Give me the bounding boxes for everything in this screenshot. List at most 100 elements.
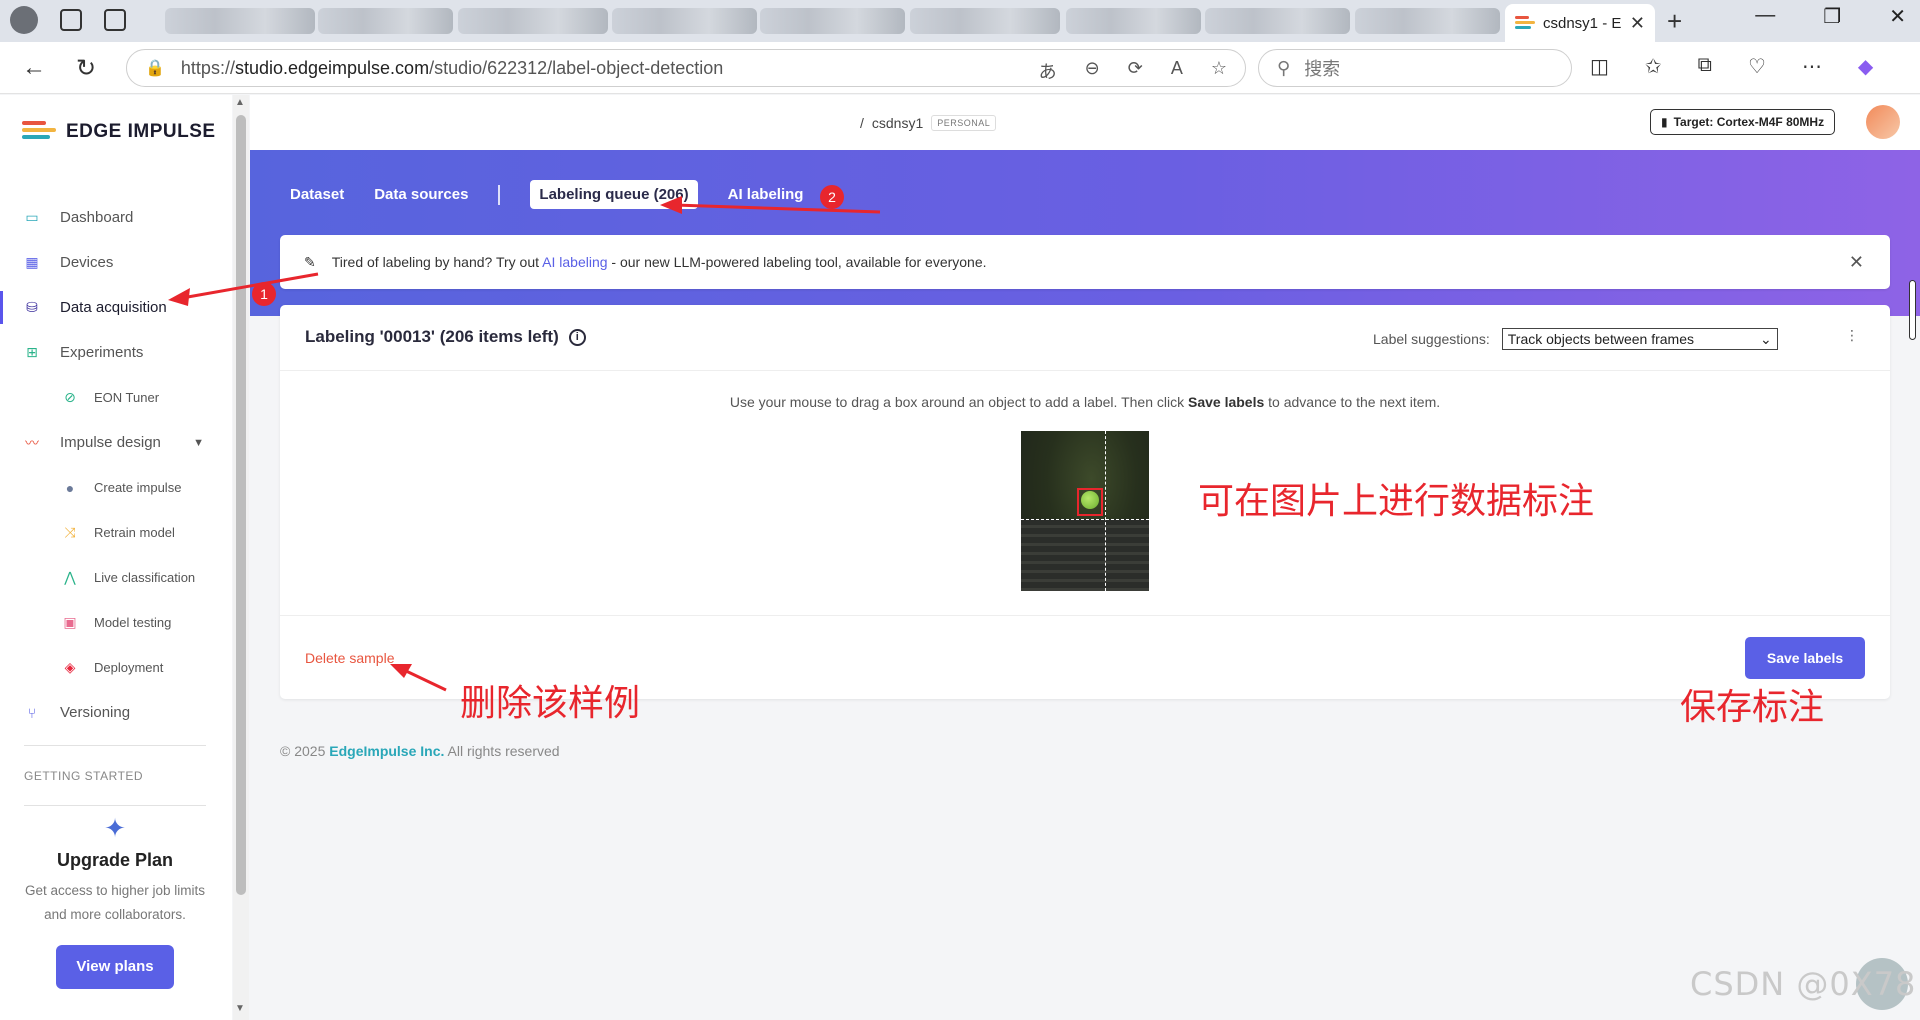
search-placeholder: 搜索: [1304, 59, 1341, 79]
scroll-up-icon[interactable]: ▲: [235, 97, 245, 108]
active-browser-tab[interactable]: csdnsy1 - E ✕: [1505, 4, 1655, 42]
compass-icon: ⊘: [64, 389, 76, 405]
sidebar-item-impulse-design[interactable]: 〰 Impulse design ▼: [0, 420, 232, 465]
more-icon[interactable]: ⋯: [1802, 54, 1822, 79]
browser-tab[interactable]: [910, 8, 1060, 34]
favorite-icon[interactable]: ☆: [1211, 58, 1227, 84]
tab-dataset[interactable]: Dataset: [290, 186, 344, 203]
back-icon[interactable]: ←: [22, 54, 46, 82]
ai-labeling-link[interactable]: AI labeling: [542, 254, 607, 270]
copilot-icon[interactable]: ◆: [1858, 54, 1873, 79]
sidebar-scrollbar[interactable]: ▲ ▼: [233, 95, 249, 1020]
project-name[interactable]: csdnsy1: [872, 115, 923, 131]
sidebar-item-model-testing[interactable]: ▣ Model testing: [0, 600, 232, 645]
lock-icon[interactable]: 🔒: [145, 58, 165, 78]
view-plans-button[interactable]: View plans: [56, 945, 174, 989]
collections-icon[interactable]: ⧉: [1698, 54, 1712, 79]
browser-tab[interactable]: [458, 8, 608, 34]
sidebar-item-eon-tuner[interactable]: ⊘ EON Tuner: [0, 375, 232, 420]
labeling-canvas[interactable]: [1021, 431, 1149, 591]
sidebar-item-live-classification[interactable]: ⋀ Live classification: [0, 555, 232, 600]
upgrade-text: Get access to higher job limits and more…: [24, 883, 206, 922]
labeling-instruction: Use your mouse to drag a box around an o…: [280, 394, 1890, 410]
browser-tab[interactable]: [1205, 8, 1350, 34]
read-aloud-icon[interactable]: A: [1171, 58, 1183, 84]
sidebar-item-versioning[interactable]: ⑂ Versioning: [0, 690, 232, 735]
sync-icon[interactable]: ⟳: [1128, 58, 1143, 84]
brand-logo[interactable]: EDGE IMPULSE: [22, 121, 216, 143]
sidebar-item-dashboard[interactable]: ▭ Dashboard: [0, 195, 232, 240]
target-device-button[interactable]: ▮ Target: Cortex-M4F 80MHz: [1650, 109, 1836, 135]
info-icon[interactable]: i: [568, 328, 586, 346]
tab-actions-icon[interactable]: [104, 9, 126, 31]
browser-tab[interactable]: [1066, 8, 1201, 34]
new-tab-icon[interactable]: +: [1667, 6, 1682, 37]
browser-tab[interactable]: [760, 8, 905, 34]
sidebar-item-retrain-model[interactable]: ⤨ Retrain model: [0, 510, 232, 555]
refresh-icon[interactable]: ↻: [76, 54, 96, 83]
database-icon: ⛁: [26, 299, 38, 315]
sidebar-item-data-acquisition[interactable]: ⛁ Data acquisition: [0, 285, 232, 330]
scroll-down-icon[interactable]: ▼: [235, 1003, 245, 1014]
company-link[interactable]: EdgeImpulse Inc.: [329, 743, 444, 759]
avatar[interactable]: [1866, 105, 1900, 139]
project-topbar: / csdnsy1 PERSONAL ▮ Target: Cortex-M4F …: [250, 95, 1920, 150]
sidebar-nav: ▭ Dashboard ▦ Devices ⛁ Data acquisition…: [0, 195, 232, 735]
labeling-card: Labeling '00013' (206 items left) i Labe…: [280, 305, 1890, 699]
getting-started-heading: GETTING STARTED: [24, 769, 144, 783]
browser-tab[interactable]: [165, 8, 315, 34]
tab-ai-labeling[interactable]: AI labeling: [728, 186, 804, 203]
chip-icon: ▦: [25, 254, 39, 270]
url-field[interactable]: 🔒 https://studio.edgeimpulse.com/studio/…: [126, 49, 1246, 87]
restore-icon[interactable]: ❐: [1823, 4, 1841, 29]
bounding-box[interactable]: [1077, 488, 1103, 516]
target-label: Target: Cortex-M4F 80MHz: [1673, 115, 1825, 129]
sidebar-item-experiments[interactable]: ⊞ Experiments: [0, 330, 232, 375]
scrollbar-thumb[interactable]: [1909, 280, 1916, 340]
delete-sample-link[interactable]: Delete sample: [305, 650, 395, 666]
branch-icon: ⑂: [27, 704, 37, 721]
workspaces-icon[interactable]: [60, 9, 82, 31]
save-labels-button[interactable]: Save labels: [1745, 637, 1865, 679]
translate-icon[interactable]: あ: [1039, 58, 1057, 84]
instruction-bold: Save labels: [1187, 394, 1265, 410]
annotation-badge-1: 1: [252, 282, 276, 306]
ai-labeling-banner: ✎ Tired of labeling by hand? Try out AI …: [280, 235, 1890, 289]
label-suggestions: Label suggestions: Track objects between…: [1373, 328, 1778, 350]
dot-icon: ●: [65, 479, 75, 496]
sidebar-item-label: Live classification: [94, 570, 196, 585]
monitor-icon: ▭: [25, 209, 39, 225]
tab-labeling-queue[interactable]: Labeling queue (206): [530, 180, 698, 209]
chevron-down-icon: ⌄: [1760, 330, 1772, 347]
sidebar-item-deployment[interactable]: ◈ Deployment: [0, 645, 232, 690]
performance-icon[interactable]: ♡: [1748, 54, 1766, 79]
divider: [24, 805, 206, 806]
split-screen-icon[interactable]: ◫: [1590, 54, 1609, 79]
profile-icon[interactable]: [10, 6, 38, 34]
more-options-icon[interactable]: ⋮: [1845, 327, 1859, 344]
close-tab-icon[interactable]: ✕: [1630, 13, 1645, 34]
minimize-icon[interactable]: —: [1755, 4, 1775, 29]
browser-tab[interactable]: [1355, 8, 1500, 34]
sidebar-item-devices[interactable]: ▦ Devices: [0, 240, 232, 285]
label-suggestions-select[interactable]: Track objects between frames ⌄: [1501, 328, 1778, 350]
scrollbar-thumb[interactable]: [236, 115, 246, 895]
edge-impulse-favicon: [1515, 16, 1535, 30]
chevron-down-icon[interactable]: ▼: [193, 437, 204, 449]
sidebar-item-label: Experiments: [60, 344, 144, 361]
close-icon[interactable]: ✕: [1849, 252, 1864, 273]
browser-tab[interactable]: [318, 8, 453, 34]
labeling-title-text: Labeling '00013' (206 items left): [305, 327, 559, 346]
search-field[interactable]: ⚲ 搜索: [1258, 49, 1572, 87]
banner-text-before: Tired of labeling by hand? Try out: [331, 254, 540, 270]
sidebar-item-label: Create impulse: [94, 480, 182, 495]
main-scrollbar[interactable]: [1905, 150, 1920, 1020]
browser-tab[interactable]: [612, 8, 757, 34]
tab-data-sources[interactable]: Data sources: [374, 186, 468, 203]
sidebar-item-create-impulse[interactable]: ● Create impulse: [0, 465, 232, 510]
zoom-out-icon[interactable]: ⊖: [1085, 58, 1100, 84]
label-suggestions-label: Label suggestions:: [1373, 331, 1490, 347]
close-window-icon[interactable]: ✕: [1889, 4, 1906, 29]
favorites-icon[interactable]: ✩: [1645, 54, 1662, 79]
crosshair-vertical: [1105, 431, 1106, 591]
